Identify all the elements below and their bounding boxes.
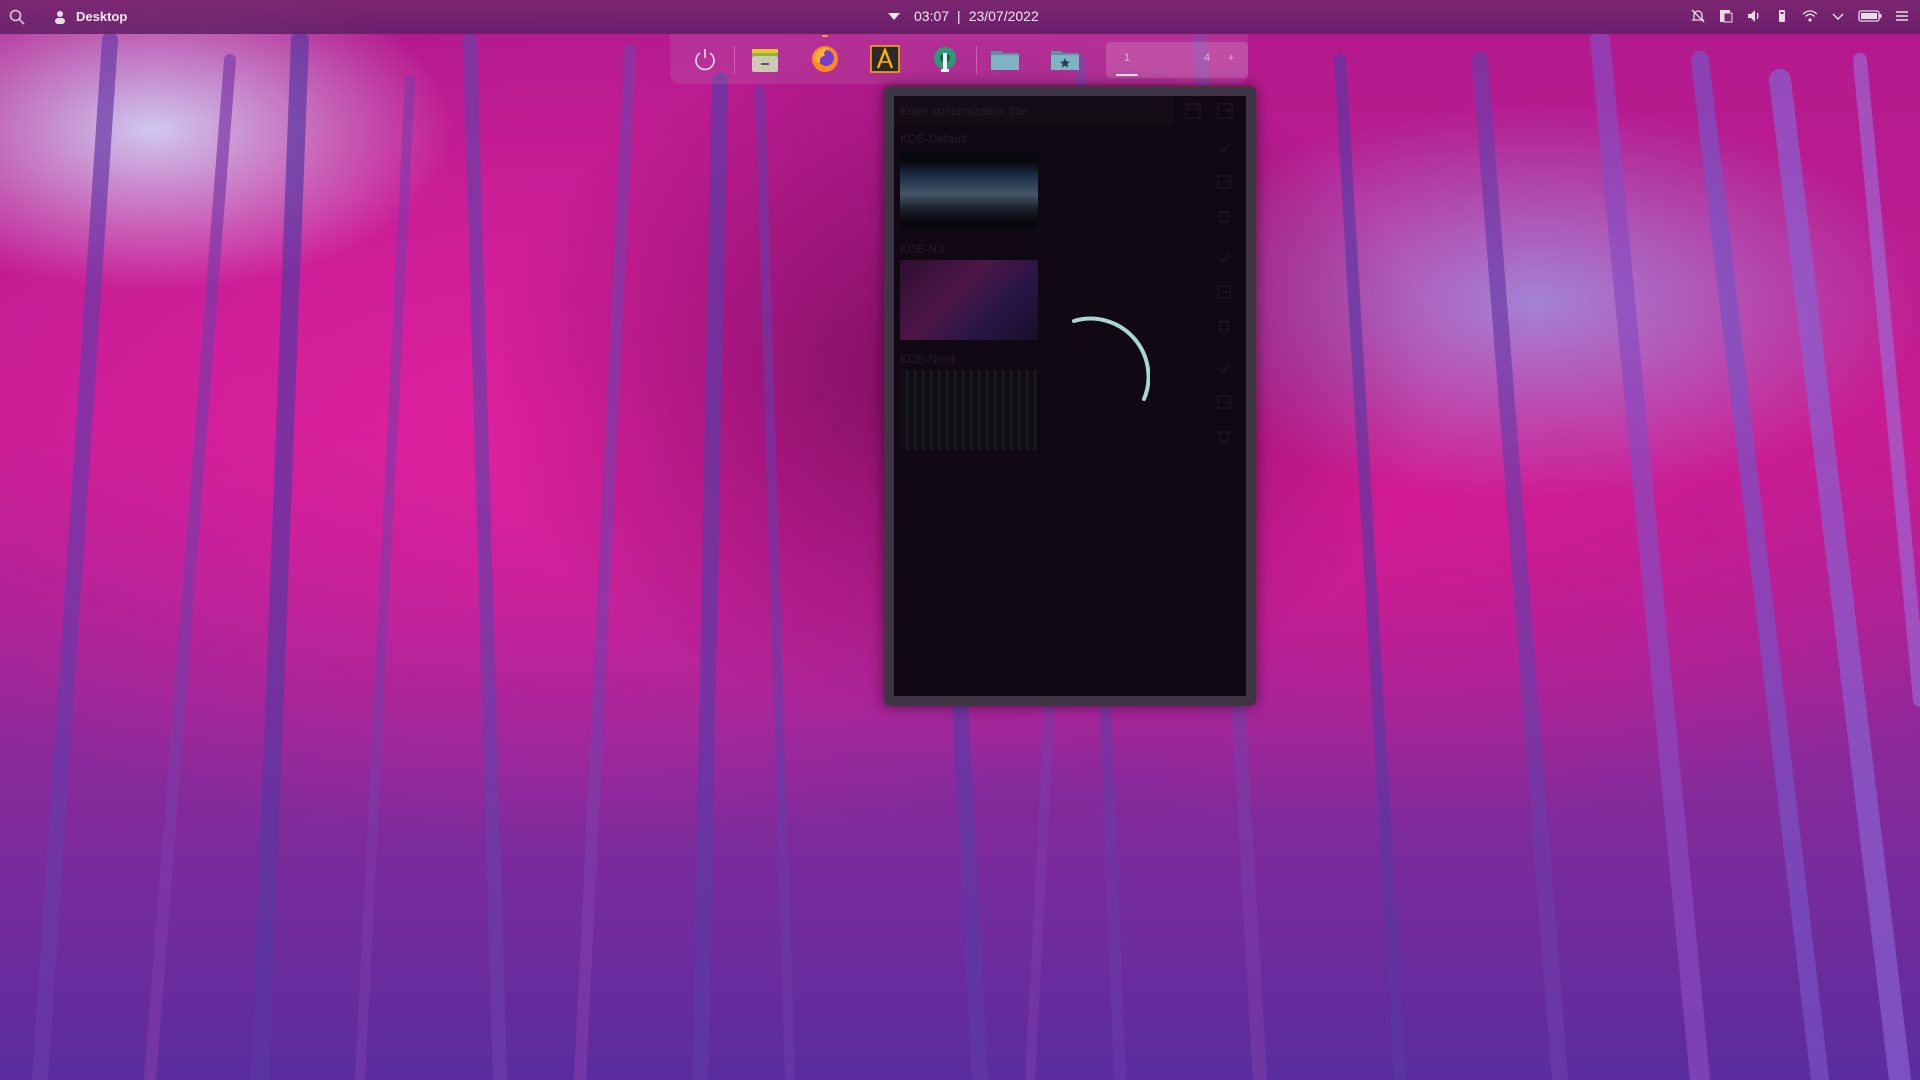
volume-icon[interactable] — [1746, 8, 1762, 24]
files-app-icon[interactable] — [748, 42, 782, 76]
text-editor-icon[interactable] — [868, 42, 902, 76]
entry-name: KDE-NX — [900, 242, 946, 256]
dock-separator — [734, 46, 735, 74]
export-icon[interactable] — [1216, 174, 1232, 190]
chevron-down-icon[interactable] — [888, 12, 900, 20]
customization-title-input[interactable] — [894, 96, 1174, 126]
star-folder-icon[interactable] — [1048, 42, 1082, 76]
folder-icon[interactable] — [988, 42, 1022, 76]
notifications-off-icon[interactable] — [1690, 8, 1706, 24]
save-icon[interactable] — [1184, 102, 1202, 120]
running-indicator — [822, 35, 828, 37]
clock-time: 03:07 — [914, 8, 950, 24]
active-desktop-indicator — [1116, 74, 1138, 76]
entry-name: KDE-Nord — [900, 352, 955, 366]
active-window-title[interactable]: Desktop — [76, 9, 127, 24]
settings-app-icon[interactable] — [928, 42, 962, 76]
export-icon[interactable] — [1216, 102, 1234, 120]
delete-icon[interactable] — [1216, 208, 1232, 224]
apply-icon[interactable] — [1216, 250, 1232, 266]
clock-date: 23/07/2022 — [968, 8, 1039, 24]
wifi-icon[interactable] — [1802, 8, 1818, 24]
delete-icon[interactable] — [1216, 318, 1232, 334]
export-icon[interactable] — [1216, 284, 1232, 300]
desktop-icon — [55, 11, 65, 24]
dock: 1 4 + — [670, 34, 1248, 84]
chevron-down-icon[interactable] — [1830, 8, 1846, 24]
system-tray — [1690, 8, 1910, 24]
hamburger-menu-icon[interactable] — [1894, 8, 1910, 24]
usb-icon[interactable] — [1774, 8, 1790, 24]
entry-thumbnail — [900, 150, 1038, 230]
desktop-4[interactable]: 4 — [1204, 52, 1210, 64]
virtual-desktop-pager[interactable]: 1 4 + — [1106, 42, 1248, 78]
entry-name: KDE-Default — [900, 132, 967, 146]
top-panel: Desktop 03:07 | 23/07/2022 — [0, 0, 1920, 34]
entry-thumbnail — [900, 370, 1038, 450]
dock-separator — [976, 46, 977, 74]
search-icon[interactable] — [8, 8, 26, 26]
clock-widget[interactable]: 03:07 | 23/07/2022 — [888, 8, 1039, 24]
export-icon[interactable] — [1216, 394, 1232, 410]
loading-spinner-icon — [1072, 316, 1150, 401]
battery-icon[interactable] — [1858, 8, 1882, 24]
apply-icon[interactable] — [1216, 140, 1232, 156]
firefox-icon[interactable] — [808, 42, 842, 76]
apply-icon[interactable] — [1216, 360, 1232, 376]
delete-icon[interactable] — [1216, 428, 1232, 444]
power-icon[interactable] — [688, 42, 722, 76]
customization-entry[interactable]: KDE-Default — [894, 132, 1246, 242]
clipboard-icon[interactable] — [1718, 8, 1734, 24]
clock-separator: | — [957, 8, 961, 24]
entry-thumbnail — [900, 260, 1038, 340]
desktop-1[interactable]: 1 — [1124, 52, 1130, 64]
add-desktop-button[interactable]: + — [1228, 52, 1234, 64]
